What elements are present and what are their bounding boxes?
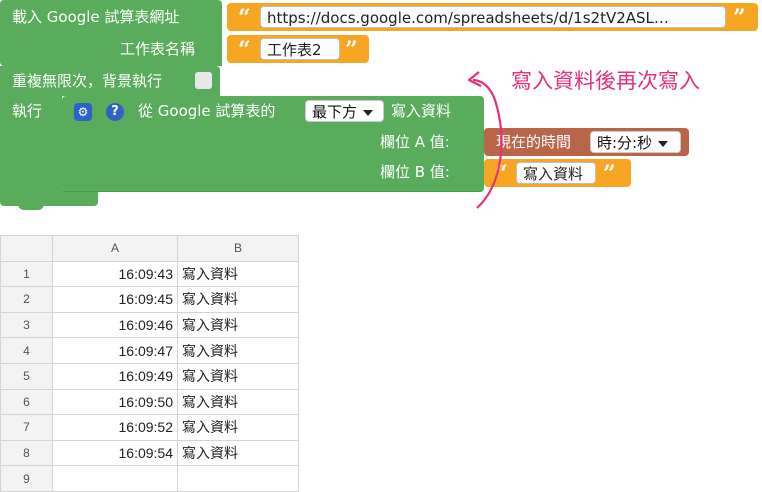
close-quote-icon: ” [345,37,358,63]
sheet-name-label: 工作表名稱 [120,40,196,58]
row-number[interactable]: 8 [0,439,53,467]
table-row: 2 16:09:45 寫入資料 [0,286,299,313]
time-format-dropdown[interactable]: 時:分:秒 [590,131,681,153]
row-number[interactable]: 1 [0,260,53,288]
position-dropdown[interactable]: 最下方 [305,100,384,122]
close-quote-icon: ” [733,5,746,31]
spreadsheet-grid: A B 1 16:09:43 寫入資料 2 16:09:45 寫入資料 3 16:09:46 寫… [0,235,299,492]
annotation-text: 寫入資料後再次寫入 [511,69,700,93]
url-field[interactable]: https://docs.google.com/spreadsheets/d/1… [260,6,726,28]
load-spreadsheet-label: 載入 Google 試算表網址 [12,8,180,26]
table-row: 8 16:09:54 寫入資料 [0,439,299,467]
from-spreadsheet-label: 從 Google 試算表的 [138,102,276,120]
write-data-label: 寫入資料 [391,102,452,120]
close-quote-icon: ” [603,161,616,187]
cell-a[interactable]: 16:09:49 [52,362,178,390]
cell-b[interactable]: 寫入資料 [177,439,299,467]
cell-b[interactable]: 寫入資料 [177,286,299,313]
chevron-down-icon [363,109,374,116]
table-row: 6 16:09:50 寫入資料 [0,388,299,416]
row-number[interactable]: 2 [0,286,53,313]
table-row: 1 16:09:43 寫入資料 [0,260,299,288]
column-header-a[interactable]: A [52,235,178,262]
time-format-value: 時:分:秒 [597,134,653,152]
row-number[interactable]: 5 [0,362,53,390]
row-number[interactable]: 6 [0,388,53,416]
row-number[interactable]: 4 [0,337,53,364]
field-a-label: 欄位 A 值: [380,133,450,151]
column-header-row: A B [0,235,299,262]
do-label: 執行 [12,102,43,120]
cell-a[interactable]: 16:09:52 [52,414,178,441]
cell-a[interactable]: 16:09:43 [52,260,178,288]
cell-b[interactable]: 寫入資料 [177,311,299,339]
write-data-field[interactable]: 寫入資料 [516,162,596,184]
cell-b[interactable]: 寫入資料 [177,260,299,288]
repeat-forever-label: 重複無限次，背景執行 [12,72,163,90]
cell-b[interactable]: 寫入資料 [177,388,299,416]
open-quote-icon: “ [238,5,251,31]
cell-a[interactable]: 16:09:50 [52,388,178,416]
cell-b[interactable]: 寫入資料 [177,337,299,364]
cell-b[interactable]: 寫入資料 [177,362,299,390]
block-notch [18,204,44,210]
table-row: 4 16:09:47 寫入資料 [0,337,299,364]
table-row: 5 16:09:49 寫入資料 [0,362,299,390]
help-icon[interactable]: ? [106,103,124,121]
corner-cell[interactable] [0,235,53,262]
background-checkbox[interactable] [195,72,212,89]
gear-icon[interactable]: ⚙ [74,103,92,121]
cell-a[interactable]: 16:09:46 [52,311,178,339]
table-row: 3 16:09:46 寫入資料 [0,311,299,339]
repeat-forever-foot [0,190,98,206]
cell-a[interactable]: 16:09:47 [52,337,178,364]
chevron-down-icon [658,140,669,147]
table-row: 7 16:09:52 寫入資料 [0,414,299,441]
cell-a[interactable]: 16:09:54 [52,439,178,467]
column-header-b[interactable]: B [177,235,299,262]
field-b-label: 欄位 B 值: [380,163,450,181]
position-dropdown-value: 最下方 [312,103,358,121]
sheet-name-field[interactable]: 工作表2 [260,38,340,60]
row-number[interactable]: 3 [0,311,53,339]
cell-a[interactable]: 16:09:45 [52,286,178,313]
open-quote-icon: “ [238,37,251,63]
row-number[interactable]: 7 [0,414,53,441]
cell-b[interactable]: 寫入資料 [177,414,299,441]
